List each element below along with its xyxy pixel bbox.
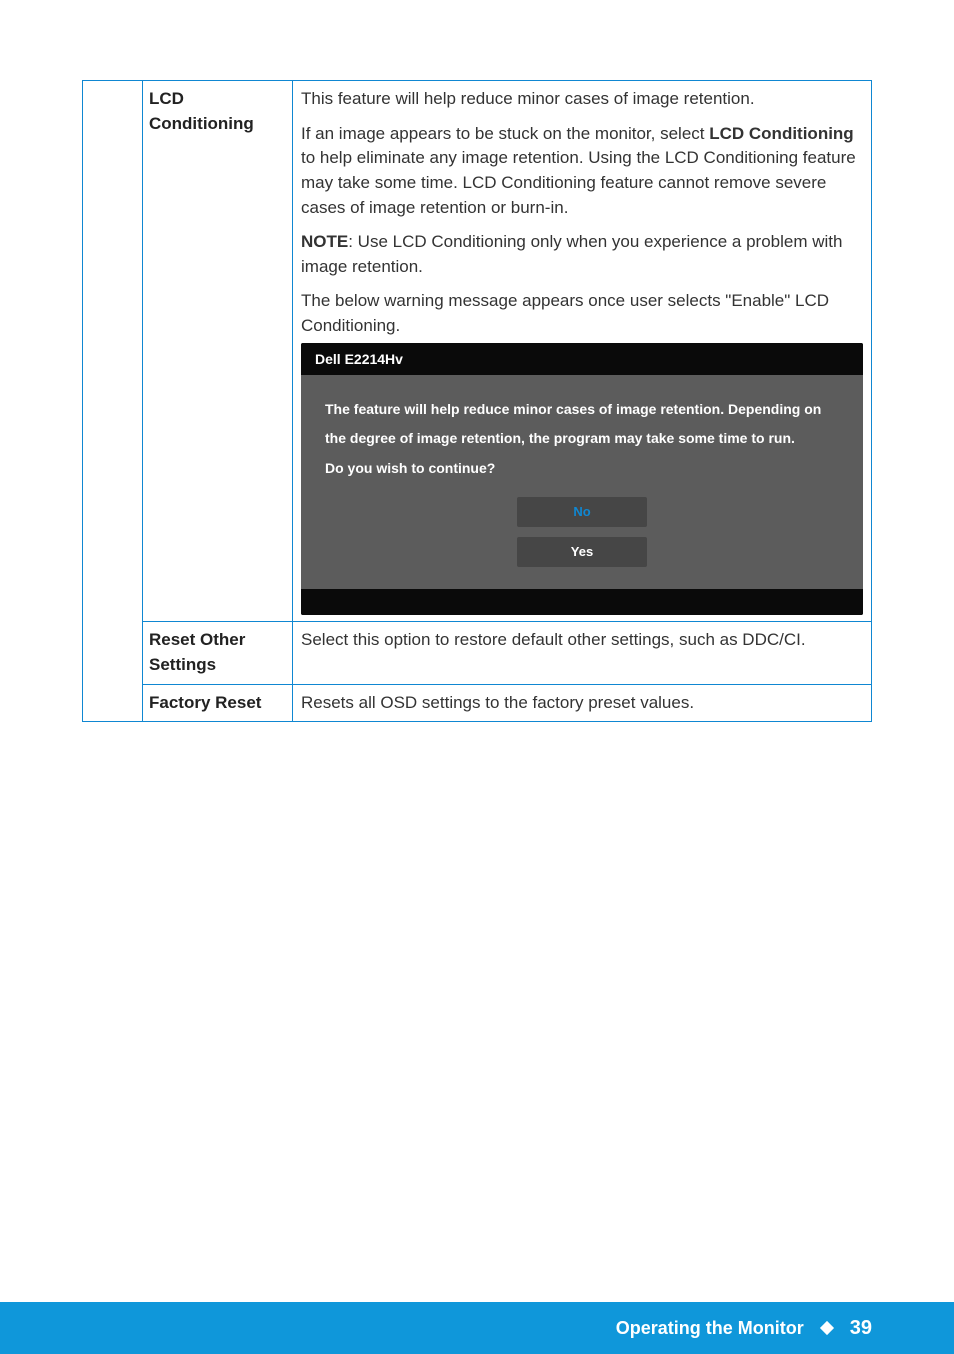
setting-label-lcd-conditioning: LCD Conditioning bbox=[143, 81, 293, 622]
footer-section-title: Operating the Monitor bbox=[616, 1318, 804, 1339]
footer-page-number: 39 bbox=[850, 1317, 872, 1340]
osd-buttons: No Yes bbox=[325, 497, 839, 567]
osd-title: Dell E2214Hv bbox=[301, 343, 863, 375]
table-row: LCD Conditioning This feature will help … bbox=[83, 81, 872, 622]
icon-column bbox=[83, 81, 143, 722]
paragraph: The below warning message appears once u… bbox=[301, 289, 863, 338]
table-row: Factory Reset Resets all OSD settings to… bbox=[83, 684, 872, 722]
setting-desc-lcd-conditioning: This feature will help reduce minor case… bbox=[293, 81, 872, 622]
paragraph: NOTE: Use LCD Conditioning only when you… bbox=[301, 230, 863, 279]
osd-yes-button[interactable]: Yes bbox=[517, 537, 647, 567]
paragraph: If an image appears to be stuck on the m… bbox=[301, 122, 863, 221]
paragraph: This feature will help reduce minor case… bbox=[301, 87, 863, 112]
table-row: Reset Other Settings Select this option … bbox=[83, 622, 872, 684]
osd-footer-bar bbox=[301, 589, 863, 615]
osd-body: The feature will help reduce minor cases… bbox=[301, 375, 863, 589]
setting-label-reset-other: Reset Other Settings bbox=[143, 622, 293, 684]
osd-dialog: Dell E2214Hv The feature will help reduc… bbox=[301, 343, 863, 615]
osd-no-button[interactable]: No bbox=[517, 497, 647, 527]
page-footer: Operating the Monitor 39 bbox=[0, 1302, 954, 1354]
document-page: LCD Conditioning This feature will help … bbox=[0, 0, 954, 1354]
setting-label-factory-reset: Factory Reset bbox=[143, 684, 293, 722]
settings-table: LCD Conditioning This feature will help … bbox=[82, 80, 872, 722]
diamond-icon bbox=[820, 1321, 834, 1335]
osd-message: The feature will help reduce minor cases… bbox=[325, 395, 839, 483]
setting-desc-reset-other: Select this option to restore default ot… bbox=[293, 622, 872, 684]
setting-desc-factory-reset: Resets all OSD settings to the factory p… bbox=[293, 684, 872, 722]
